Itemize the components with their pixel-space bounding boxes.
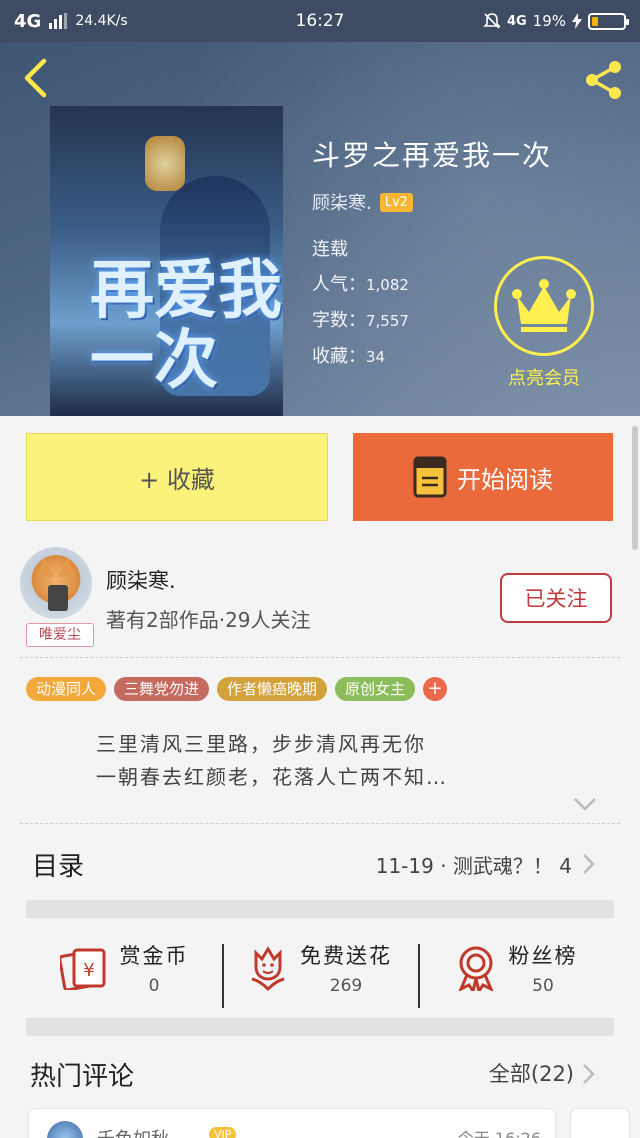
chevron-down-icon[interactable] — [572, 794, 598, 814]
book-description: 三里清风三里路，步步清风再无你 一朝春去红颜老，花落人亡两不知… — [96, 728, 448, 794]
section-separator — [26, 900, 614, 918]
comment-card[interactable] — [570, 1108, 630, 1138]
signal-icon — [49, 13, 68, 29]
network-type: 4G — [14, 10, 42, 32]
favorites-label: 收藏： — [312, 346, 366, 367]
tag-item[interactable]: 原创女主 — [335, 677, 416, 701]
comments-header: 热门评论 全部(22) — [0, 1040, 640, 1104]
follow-button[interactable]: 已关注 — [500, 573, 612, 623]
flower-icon — [251, 946, 285, 991]
stat-label: 粉丝榜 — [508, 944, 578, 968]
battery-icon — [588, 12, 629, 30]
book-meta: 连载 人气：1,082 字数：7,557 收藏：34 — [312, 232, 409, 375]
cover-lantern — [145, 136, 185, 191]
red-envelope-icon: ¥ — [59, 948, 105, 990]
stats-row: ¥ 赏金币 0 免费送花 269 粉丝榜 50 — [26, 918, 614, 1018]
author-stats: 著有2部作品·29人关注 — [106, 608, 311, 632]
start-reading-label: 开始阅读 — [457, 465, 553, 494]
collect-button[interactable]: + 收藏 — [26, 433, 328, 521]
stat-value: 50 — [532, 976, 554, 996]
stat-value: 269 — [329, 976, 363, 996]
popularity-value: 1,082 — [366, 276, 409, 294]
divider — [20, 823, 620, 824]
tag-item[interactable]: 动漫同人 — [26, 677, 107, 701]
catalog-title: 目录 — [32, 852, 85, 882]
battery-percent: 19% — [532, 12, 566, 30]
popularity-row: 人气：1,082 — [312, 267, 409, 303]
favorites-value: 34 — [366, 348, 386, 366]
crown-icon — [512, 279, 576, 332]
description-line-2: 一朝春去红颜老，花落人亡两不知… — [96, 765, 448, 789]
section-separator — [26, 1018, 614, 1036]
network-type-2: 4G — [506, 13, 527, 29]
author-name[interactable]: 顾柒寒. — [106, 565, 176, 595]
cover-title-art: 再爱我一次 — [90, 253, 282, 398]
word-count-row: 字数：7,557 — [312, 303, 409, 339]
tag-list: 动漫同人 三舞党勿进 作者懒癌晚期 原创女主 + — [26, 677, 448, 701]
stat-label: 赏金币 — [119, 944, 189, 968]
word-count-label: 字数： — [312, 310, 366, 331]
book-header: 再爱我一次 斗罗之再爱我一次 顾柒寒. Lv2 连载 人气：1,082 字数：7… — [0, 42, 640, 416]
catalog-row[interactable]: 目录 11-19 · 测武魂？！ 4 — [0, 826, 640, 900]
back-button[interactable] — [18, 56, 52, 100]
comments-title: 热门评论 — [30, 1062, 135, 1092]
chevron-left-icon — [24, 58, 47, 98]
chevron-right-icon — [583, 854, 595, 874]
comment-card[interactable]: 千色如秋 VIP 今天 16:26 — [28, 1108, 556, 1138]
latest-chapter[interactable]: 11-19 · 测武魂？！ 4 — [376, 850, 572, 879]
author-avatar[interactable] — [20, 547, 92, 619]
network-speed: 24.4K/s — [75, 13, 128, 29]
description-line-1: 三里清风三里路，步步清风再无你 — [96, 732, 426, 756]
share-icon — [586, 61, 621, 99]
chevron-right-icon — [583, 1064, 595, 1084]
book-cover[interactable]: 再爱我一次 — [50, 106, 283, 416]
book-status: 连载 — [312, 239, 348, 260]
fan-ranking-button[interactable]: 粉丝榜 50 — [418, 940, 614, 1008]
charging-icon — [572, 13, 582, 29]
reward-coins-button[interactable]: ¥ 赏金币 0 — [26, 940, 222, 996]
avatar-tag: 唯爱尘 — [26, 623, 94, 647]
mute-bell-icon — [483, 13, 501, 29]
all-comments-link[interactable]: 全部(22) — [489, 1058, 574, 1088]
author-level-badge: Lv2 — [379, 192, 413, 212]
add-tag-button[interactable]: + — [423, 677, 448, 701]
favorites-row: 收藏：34 — [312, 339, 409, 375]
vip-member-label[interactable]: 点亮会员 — [496, 364, 592, 390]
status-bar: 4G 24.4K/s 16:27 4G 19% — [0, 0, 640, 42]
book-title: 斗罗之再爱我一次 — [312, 139, 553, 172]
comment-time: 今天 16:26 — [458, 1125, 541, 1138]
start-reading-button[interactable]: 开始阅读 — [353, 433, 613, 521]
vip-member-button[interactable] — [494, 256, 594, 356]
stat-label: 免费送花 — [300, 944, 392, 968]
ribbon-medal-icon — [458, 946, 493, 991]
svg-text:¥: ¥ — [83, 960, 94, 981]
book-author[interactable]: 顾柒寒. — [312, 189, 372, 215]
vip-badge: VIP — [209, 1127, 237, 1138]
stat-value: 0 — [148, 976, 160, 996]
popularity-label: 人气： — [312, 274, 366, 295]
scrollbar[interactable] — [632, 426, 638, 550]
book-author-row[interactable]: 顾柒寒. Lv2 — [312, 189, 413, 215]
book-icon — [413, 456, 447, 498]
commenter-avatar[interactable] — [47, 1121, 83, 1138]
commenter-name[interactable]: 千色如秋 — [97, 1125, 169, 1138]
divider — [20, 657, 620, 658]
tag-item[interactable]: 三舞党勿进 — [114, 677, 210, 701]
send-flower-button[interactable]: 免费送花 269 — [222, 940, 418, 1008]
tag-item[interactable]: 作者懒癌晚期 — [217, 677, 328, 701]
share-button[interactable] — [580, 56, 628, 104]
word-count-value: 7,557 — [366, 312, 409, 330]
